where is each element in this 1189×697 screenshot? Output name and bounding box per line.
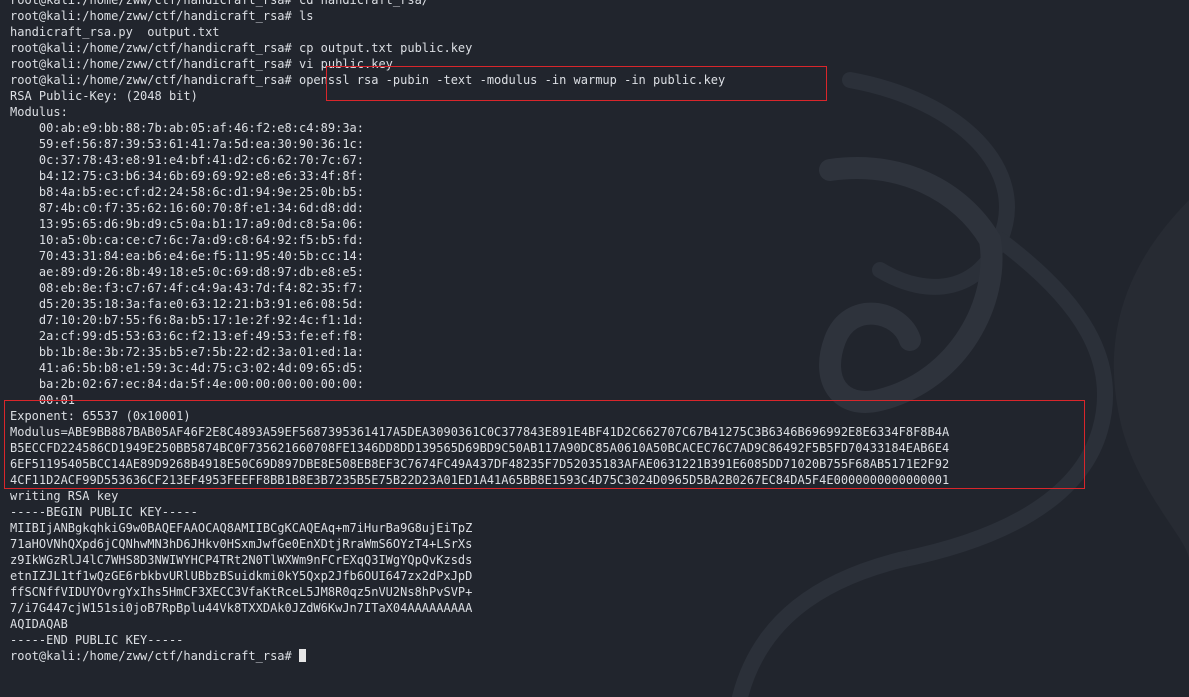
terminal-line: root@kali:/home/zww/ctf/handicraft_rsa# … — [10, 57, 393, 71]
terminal-line: 13:95:65:d6:9b:d9:c5:0a:b1:17:a9:0d:c8:5… — [10, 217, 365, 231]
terminal-line: etnIZJL1tf1wQzGE6rbkbvURlUBbzBSuidkmi0kY… — [10, 569, 473, 583]
terminal-line: -----END PUBLIC KEY----- — [10, 633, 184, 647]
terminal-line: 6EF51195405BCC14AE89D9268B4918E50C69D897… — [10, 457, 950, 471]
shell-prompt: root@kali:/home/zww/ctf/handicraft_rsa# — [10, 649, 299, 663]
terminal-line: 87:4b:c0:f7:35:62:16:60:70:8f:e1:34:6d:d… — [10, 201, 365, 215]
terminal-line: B5ECCFD224586CD1949E250BB5874BC0F7356216… — [10, 441, 950, 455]
terminal-line: ffSCNffVIDUYOvrgYxIhs5HmCF3XECC3VfaKtRce… — [10, 585, 473, 599]
terminal-line: b8:4a:b5:ec:cf:d2:24:58:6c:d1:94:9e:25:0… — [10, 185, 365, 199]
terminal-line: root@kali:/home/zww/ctf/handicraft_rsa# … — [10, 41, 473, 55]
terminal-line: 00:01 — [10, 393, 76, 407]
terminal-window[interactable]: root@kali:/home/zww/ctf/handicraft_rsa# … — [0, 0, 1189, 697]
terminal-line: 4CF11D2ACF99D553636CF213EF4953FEEFF8BB1B… — [10, 473, 950, 487]
terminal-line: writing RSA key — [10, 489, 119, 503]
terminal-line: handicraft_rsa.py output.txt — [10, 25, 220, 39]
terminal-line: ba:2b:02:67:ec:84:da:5f:4e:00:00:00:00:0… — [10, 377, 365, 391]
terminal-line: Modulus=ABE9BB887BAB05AF46F2E8C4893A59EF… — [10, 425, 950, 439]
terminal-line: root@kali:/home/zww/ctf/handicraft_rsa# … — [10, 73, 726, 87]
terminal-line: 0c:37:78:43:e8:91:e4:bf:41:d2:c6:62:70:7… — [10, 153, 365, 167]
terminal-line: d7:10:20:b7:55:f6:8a:b5:17:1e:2f:92:4c:f… — [10, 313, 365, 327]
terminal-line: ae:89:d9:26:8b:49:18:e5:0c:69:d8:97:db:e… — [10, 265, 365, 279]
terminal-line: b4:12:75:c3:b6:34:6b:69:69:92:e8:e6:33:4… — [10, 169, 365, 183]
terminal-line: 71aHOVNhQXpd6jCQNhwMN3hD6JHkv0HSxmJwfGe0… — [10, 537, 473, 551]
terminal-line: d5:20:35:18:3a:fa:e0:63:12:21:b3:91:e6:0… — [10, 297, 365, 311]
terminal-line: 59:ef:56:87:39:53:61:41:7a:5d:ea:30:90:3… — [10, 137, 365, 151]
terminal-line: 70:43:31:84:ea:b6:e4:6e:f5:11:95:40:5b:c… — [10, 249, 365, 263]
text-cursor — [298, 649, 306, 662]
terminal-line: 2a:cf:99:d5:53:63:6c:f2:13:ef:49:53:fe:e… — [10, 329, 365, 343]
terminal-line: 00:ab:e9:bb:88:7b:ab:05:af:46:f2:e8:c4:8… — [10, 121, 365, 135]
terminal-line: 41:a6:5b:b8:e1:59:3c:4d:75:c3:02:4d:09:6… — [10, 361, 365, 375]
terminal-line: RSA Public-Key: (2048 bit) — [10, 89, 198, 103]
terminal-line: root@kali:/home/zww/ctf/handicraft_rsa# … — [10, 9, 314, 23]
terminal-line: Exponent: 65537 (0x10001) — [10, 409, 191, 423]
terminal-line: -----BEGIN PUBLIC KEY----- — [10, 505, 198, 519]
terminal-line: 10:a5:0b:ca:ce:c7:6c:7a:d9:c8:64:92:f5:b… — [10, 233, 365, 247]
terminal-line: MIIBIjANBgkqhkiG9w0BAQEFAAOCAQ8AMIIBCgKC… — [10, 521, 473, 535]
terminal-output: root@kali:/home/zww/ctf/handicraft_rsa# … — [10, 0, 949, 664]
terminal-line: AQIDAQAB — [10, 617, 68, 631]
terminal-line: Modulus: — [10, 105, 68, 119]
terminal-line: root@kali:/home/zww/ctf/handicraft_rsa# … — [10, 0, 430, 7]
prompt-line[interactable]: root@kali:/home/zww/ctf/handicraft_rsa# — [10, 648, 949, 664]
terminal-line: 08:eb:8e:f3:c7:67:4f:c4:9a:43:7d:f4:82:3… — [10, 281, 365, 295]
terminal-line: bb:1b:8e:3b:72:35:b5:e7:5b:22:d2:3a:01:e… — [10, 345, 365, 359]
terminal-line: 7/i7G447cjW151si0joB7RpBplu44Vk8TXXDAk0J… — [10, 601, 473, 615]
terminal-line: z9IkWGzRlJ4lC7WHS8D3NWIWYHCP4TRt2N0TlWXW… — [10, 553, 473, 567]
